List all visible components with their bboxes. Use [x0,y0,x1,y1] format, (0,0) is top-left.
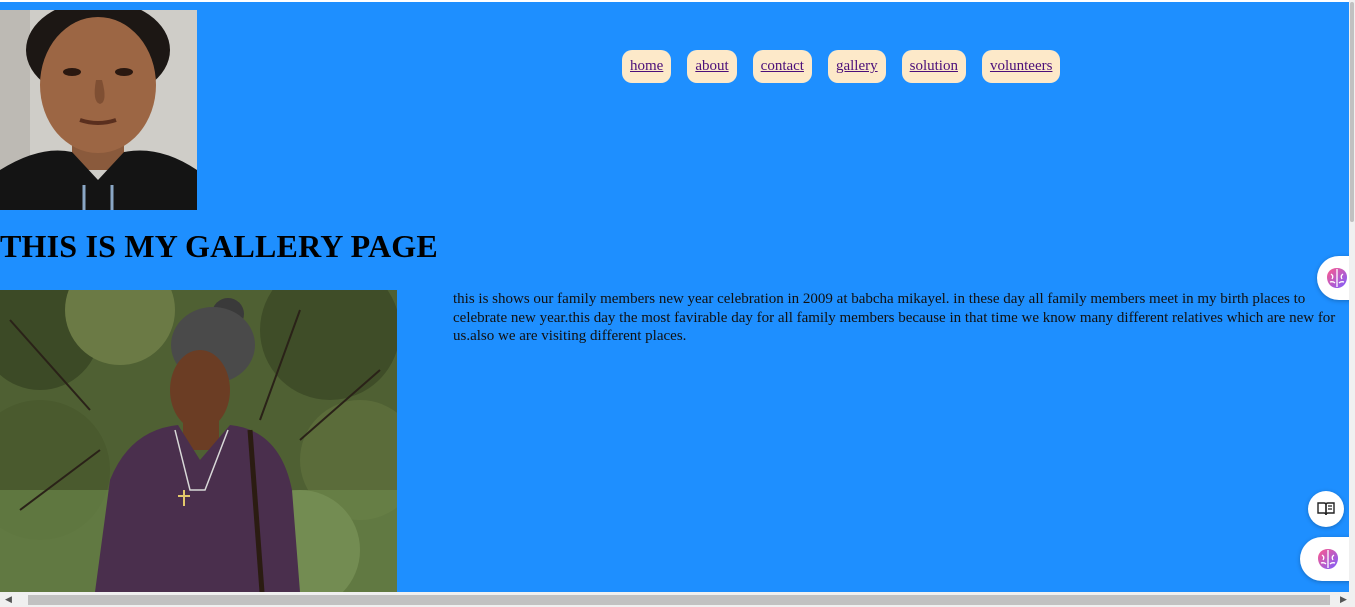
page-title: THIS IS MY GALLERY PAGE [0,228,438,264]
vertical-scrollbar[interactable] [1349,0,1355,592]
nav-about-link[interactable]: about [687,50,737,83]
profile-photo [0,10,197,210]
gallery-description: this is shows our family members new yea… [453,291,1336,344]
gallery-photo [0,290,397,592]
scroll-right-arrow-icon[interactable]: ▶ [1340,595,1347,605]
reader-mode-button[interactable] [1308,491,1344,527]
main-nav: home about contact gallery solution volu… [622,50,1061,83]
nav-solution-link[interactable]: solution [901,50,966,83]
brain-icon [1327,268,1347,288]
book-icon [1317,502,1335,516]
nav-volunteers-link[interactable]: volunteers [981,50,1061,83]
vertical-scrollbar-thumb[interactable] [1350,2,1354,222]
nav-contact-link[interactable]: contact [752,50,812,83]
brain-icon [1317,549,1338,569]
nav-gallery-link[interactable]: gallery [827,50,886,83]
nav-home-link[interactable]: home [622,50,672,83]
scroll-left-arrow-icon[interactable]: ◀ [5,595,12,605]
extension-brain-button-bottom[interactable] [1300,537,1355,581]
horizontal-scrollbar[interactable]: ◀ ▶ [0,592,1355,607]
page-body: home about contact gallery solution volu… [0,2,1349,592]
horizontal-scrollbar-thumb[interactable] [28,595,1330,605]
